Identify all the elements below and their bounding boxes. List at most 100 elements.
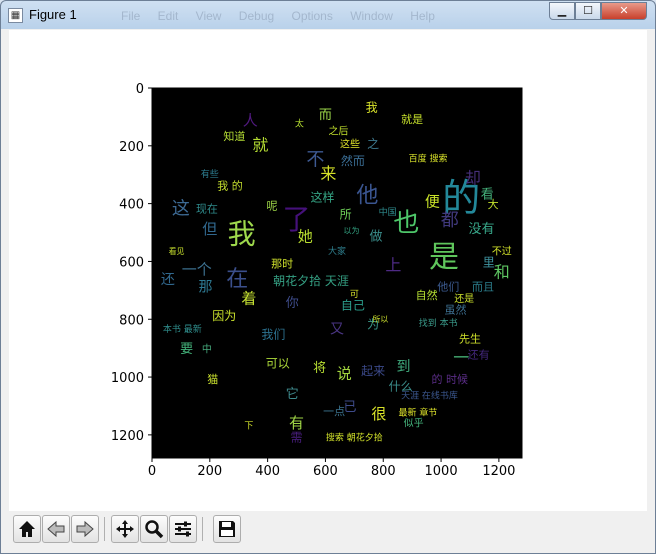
cloud-word: 天涯 在线书库 xyxy=(401,389,458,401)
title-bar[interactable]: ▦ Figure 1 File Edit View Debug Options … xyxy=(1,1,655,30)
cloud-word: 大家 xyxy=(328,245,346,257)
magnifier-icon xyxy=(145,520,164,539)
cloud-word: 着 xyxy=(241,290,256,308)
cloud-word: 而且 xyxy=(472,280,494,293)
zoom-button[interactable] xyxy=(140,515,168,543)
cloud-word: 大 xyxy=(488,197,499,211)
save-button[interactable] xyxy=(213,515,241,543)
cloud-word: 但 xyxy=(202,220,217,238)
x-tick-label: 400 xyxy=(255,464,280,479)
cloud-word: 他 xyxy=(356,183,378,208)
cloud-word: 到 xyxy=(396,359,410,375)
cloud-word: 太 xyxy=(295,118,304,130)
cloud-word: 最新 章节 xyxy=(399,407,438,419)
cloud-word: 是 xyxy=(429,240,459,275)
cloud-word: 你 xyxy=(286,296,299,311)
cloud-word: 这些 xyxy=(340,137,360,150)
figure-window: ▦ Figure 1 File Edit View Debug Options … xyxy=(0,0,656,554)
cloud-word: 说 xyxy=(337,365,352,383)
configure-subplots-button[interactable] xyxy=(169,515,197,543)
cloud-word: 之 xyxy=(367,137,379,151)
cloud-word: 那 xyxy=(198,279,212,295)
back-button[interactable] xyxy=(42,515,70,543)
cloud-word: 没有 xyxy=(469,222,495,237)
floppy-disk-icon xyxy=(219,521,235,537)
forward-button[interactable] xyxy=(71,515,99,543)
cloud-word: 搜索 朝花夕拾 xyxy=(326,431,383,443)
cloud-word: 本书 最新 xyxy=(163,323,202,335)
x-tick-label: 0 xyxy=(148,464,156,479)
minimize-button[interactable]: ▁ xyxy=(549,2,575,20)
cloud-word: 我们 xyxy=(261,327,285,342)
app-icon: ▦ xyxy=(8,8,23,23)
background-menu-text: File Edit View Debug Options Window Help xyxy=(121,9,435,23)
cloud-word: 不过 xyxy=(492,244,512,257)
navigation-toolbar xyxy=(9,511,647,547)
y-tick-label: 200 xyxy=(119,140,144,155)
close-icon: ✕ xyxy=(619,4,629,17)
cloud-word: 就 xyxy=(252,135,268,154)
cloud-word: 它 xyxy=(286,386,299,402)
maximize-icon: ☐ xyxy=(583,4,593,17)
pan-button[interactable] xyxy=(111,515,139,543)
cloud-word: 也 xyxy=(393,208,419,238)
cloud-word: 人 xyxy=(243,112,258,130)
maximize-button[interactable]: ☐ xyxy=(575,2,601,20)
toolbar-separator xyxy=(104,517,105,541)
cloud-word: 找到 本书 xyxy=(419,317,458,329)
x-tick-label: 200 xyxy=(197,464,222,479)
cloud-word: 而 xyxy=(319,108,332,123)
cloud-word: 下 xyxy=(244,422,253,432)
cloud-word: 一点 xyxy=(323,405,345,418)
figure-canvas[interactable]: 的是我了也他在这不都却就人而来便看没有和上但一个还那着你她做所这样 然而 朝花夕拾 … xyxy=(9,30,647,511)
cloud-word: 看见 xyxy=(169,247,185,256)
y-axis: 0 200 400 600 800 1000 1200 xyxy=(111,82,152,444)
cloud-word: 却 xyxy=(465,169,481,188)
cloud-word: 很 xyxy=(371,405,386,423)
cloud-word: 来 xyxy=(320,164,336,183)
cloud-word: 都 xyxy=(441,210,459,231)
y-tick-label: 0 xyxy=(136,82,144,97)
cloud-word: 里 xyxy=(483,255,495,269)
back-arrow-icon xyxy=(47,520,65,538)
cloud-word: 上 xyxy=(385,255,401,274)
cloud-word: 中 xyxy=(202,343,212,356)
y-tick-label: 1000 xyxy=(111,371,144,386)
cloud-word: 便 xyxy=(425,193,440,211)
cloud-word: 所以 xyxy=(372,314,388,324)
y-tick-label: 1200 xyxy=(111,429,144,444)
cloud-word: 在 xyxy=(226,267,248,292)
cloud-word: 已 xyxy=(344,400,357,415)
cloud-word: 可以 xyxy=(266,357,290,371)
home-icon xyxy=(19,521,35,537)
cloud-word: 自己 xyxy=(341,299,365,313)
y-tick-label: 600 xyxy=(119,255,144,270)
cloud-word: 有些 xyxy=(201,168,219,180)
cloud-word: 就是 xyxy=(401,112,423,126)
cloud-word: 因为 xyxy=(212,309,236,323)
cloud-word: 朝花夕拾 天涯 xyxy=(273,273,349,288)
cloud-word: 这 xyxy=(172,198,190,219)
close-button[interactable]: ✕ xyxy=(601,2,647,20)
x-axis: 0 200 400 600 800 1000 1200 xyxy=(148,458,515,479)
y-tick-label: 400 xyxy=(119,198,144,213)
cloud-word: 我 的 xyxy=(217,178,243,192)
x-tick-label: 600 xyxy=(313,464,338,479)
forward-arrow-icon xyxy=(76,520,94,538)
window-title: Figure 1 xyxy=(29,7,77,22)
cloud-word: 还 xyxy=(161,272,175,288)
cloud-word: 这样 xyxy=(311,189,335,204)
cloud-word: 百度 搜索 xyxy=(409,152,448,164)
cloud-word: 她 xyxy=(298,227,313,245)
cloud-word: 中国 xyxy=(379,206,397,218)
cloud-word: 起来 xyxy=(361,364,385,378)
cloud-word: 呢 xyxy=(266,200,277,213)
sliders-icon xyxy=(175,521,191,537)
cloud-word: 以为 xyxy=(343,226,359,236)
cloud-word: 将 xyxy=(313,361,326,376)
cloud-word: 似乎 xyxy=(404,417,424,429)
cloud-word: 还是 xyxy=(454,293,474,305)
home-button[interactable] xyxy=(13,515,41,543)
y-tick-label: 800 xyxy=(119,313,144,328)
cloud-word: 的 时候 xyxy=(431,372,468,386)
